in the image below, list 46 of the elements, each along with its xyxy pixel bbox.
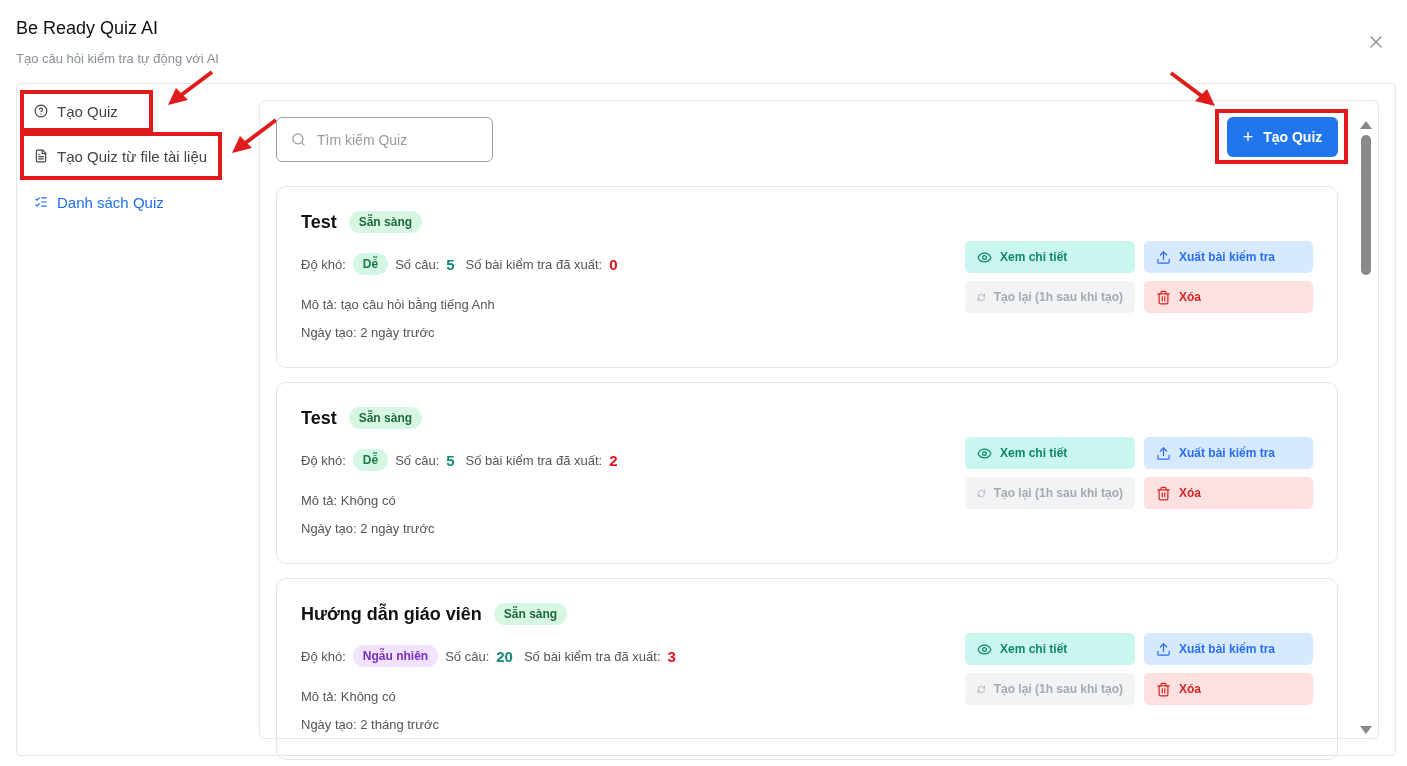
sidebar-item[interactable]: Tạo Quiz từ file tài liệu — [20, 147, 208, 165]
create-quiz-button[interactable]: + Tạo Quiz — [1227, 117, 1338, 157]
sidebar-item[interactable]: Tạo Quiz — [20, 102, 118, 120]
difficulty-label: Độ khó: — [301, 256, 346, 272]
quiz-description: Mô tả: tạo câu hỏi bằng tiếng Anh — [301, 297, 496, 312]
question-count-label: Số câu: — [445, 648, 490, 664]
status-badge: Sẵn sàng — [348, 211, 423, 233]
difficulty-badge: Dễ — [352, 253, 389, 275]
exported-count-label: Số bài kiểm tra đã xuất: — [465, 256, 603, 272]
created-date: Ngày tạo: 2 ngày trước — [301, 521, 436, 536]
delete-button[interactable]: Xóa — [1144, 477, 1313, 509]
exported-count: 0 — [609, 255, 618, 273]
difficulty-label: Độ khó: — [301, 648, 346, 664]
exported-count-label: Số bài kiểm tra đã xuất: — [523, 648, 661, 664]
view-button[interactable]: Xem chi tiết — [965, 633, 1135, 665]
app-subtitle: Tạo câu hỏi kiểm tra tự động với AI — [16, 51, 219, 66]
delete-button[interactable]: Xóa — [1144, 281, 1313, 313]
exported-count: 3 — [667, 647, 676, 665]
question-count: 20 — [496, 647, 513, 665]
question-count: 5 — [446, 255, 455, 273]
quiz-title: Hướng dẫn giáo viên — [301, 603, 482, 625]
difficulty-label: Độ khó: — [301, 452, 346, 468]
difficulty-badge: Dễ — [352, 449, 389, 471]
quiz-title: Test — [301, 211, 337, 233]
delete-button[interactable]: Xóa — [1144, 673, 1313, 705]
export-button[interactable]: Xuất bài kiểm tra — [1144, 241, 1313, 273]
question-count-label: Số câu: — [395, 256, 440, 272]
created-date: Ngày tạo: 2 ngày trước — [301, 325, 436, 340]
quiz-description: Mô tả: Không có — [301, 689, 397, 704]
search-field[interactable]: Tìm kiếm Quiz — [276, 117, 493, 162]
view-button[interactable]: Xem chi tiết — [965, 241, 1135, 273]
status-badge: Sẵn sàng — [348, 407, 423, 429]
exported-count: 2 — [609, 451, 618, 469]
sidebar-item[interactable]: Danh sách Quiz — [20, 193, 164, 211]
difficulty-badge: Ngẫu nhiên — [352, 645, 439, 667]
question-count-label: Số câu: — [395, 452, 440, 468]
status-badge: Sẵn sàng — [493, 603, 568, 625]
export-button[interactable]: Xuất bài kiểm tra — [1144, 437, 1313, 469]
quiz-title: Test — [301, 407, 337, 429]
quiz-description: Mô tả: Không có — [301, 493, 397, 508]
export-button[interactable]: Xuất bài kiểm tra — [1144, 633, 1313, 665]
app-title: Be Ready Quiz AI — [16, 18, 160, 39]
question-count: 5 — [446, 451, 455, 469]
created-date: Ngày tạo: 2 tháng trước — [301, 717, 440, 732]
view-button[interactable]: Xem chi tiết — [965, 437, 1135, 469]
exported-count-label: Số bài kiểm tra đã xuất: — [465, 452, 603, 468]
